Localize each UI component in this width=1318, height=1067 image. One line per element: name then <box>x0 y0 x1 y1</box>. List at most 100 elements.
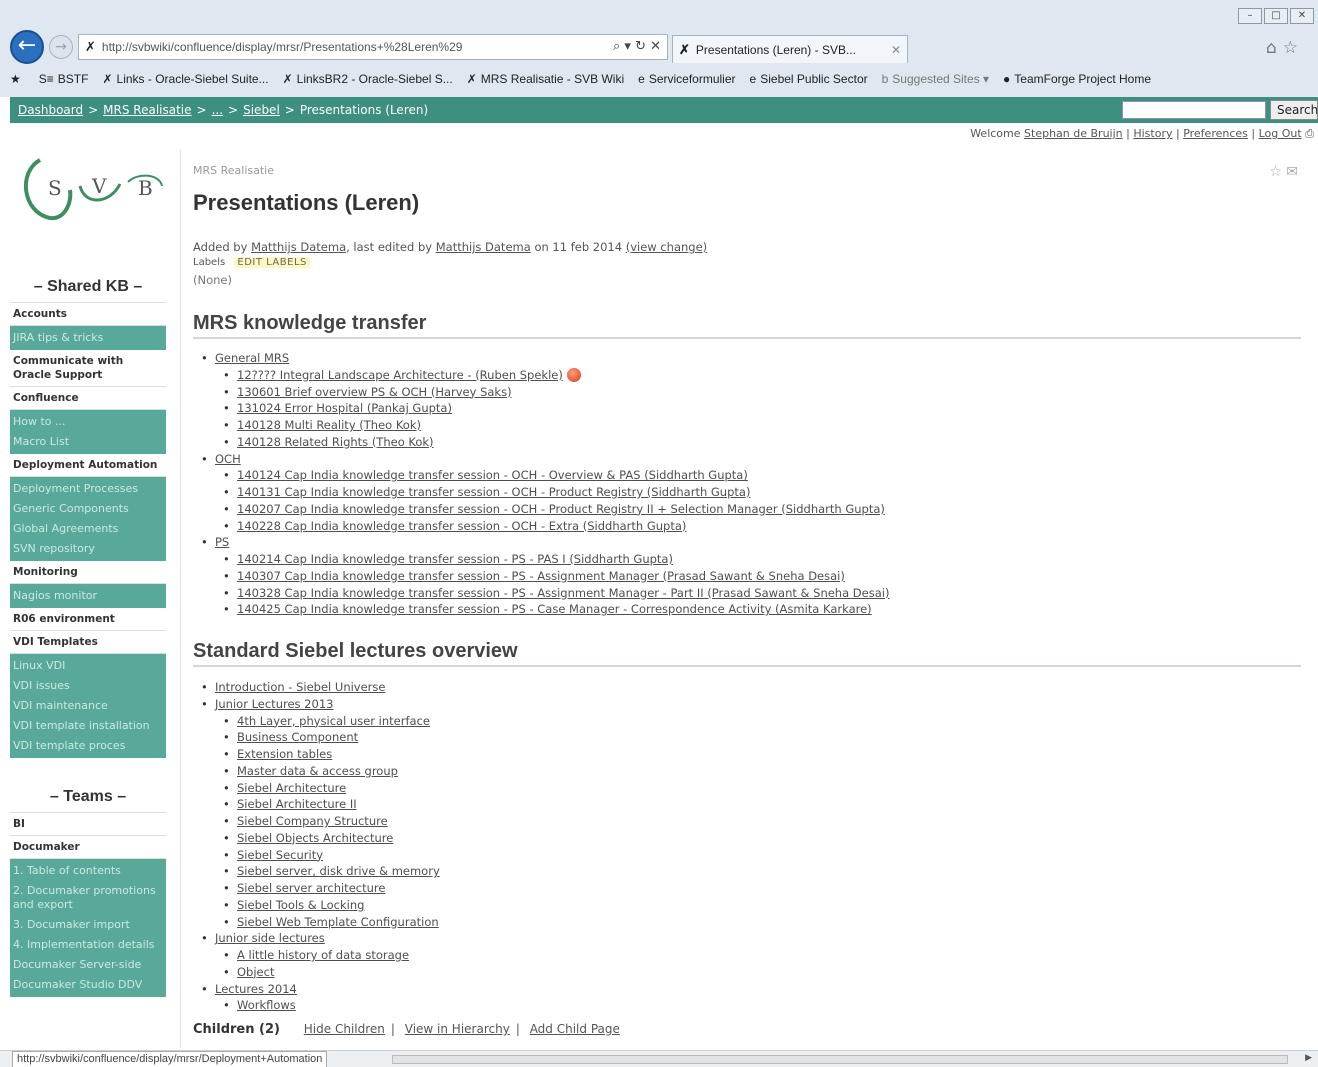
tree-item-link[interactable]: Siebel Security <box>237 848 323 862</box>
sidebar-category[interactable]: Deployment Automation <box>10 454 166 477</box>
tree-item-link[interactable]: 130601 Brief overview PS & OCH (Harvey S… <box>237 385 512 399</box>
favorite-item[interactable]: b Suggested Sites ▾ <box>882 72 989 86</box>
scroll-right-arrow-icon[interactable]: ▶ <box>1305 1053 1312 1063</box>
sidebar-link[interactable]: 4. Implementation details <box>10 935 166 955</box>
tree-item-link[interactable]: Siebel Architecture II <box>237 797 357 811</box>
tree-item-link[interactable]: Siebel Company Structure <box>237 814 388 828</box>
sidebar-category[interactable]: VDI Templates <box>10 631 166 654</box>
favourite-watch-icons[interactable]: ☆ ✉ <box>1269 164 1298 180</box>
sidebar-link[interactable]: JIRA tips & tricks <box>10 328 166 348</box>
user-link[interactable]: Stephan de Bruijn <box>1024 127 1123 140</box>
history-link[interactable]: History <box>1133 127 1172 140</box>
tree-item-link[interactable]: Siebel Web Template Configuration <box>237 915 439 929</box>
browser-tab[interactable]: ✗ Presentations (Leren) - SVB... ✕ <box>672 35 908 63</box>
tree-group-link[interactable]: Junior side lectures <box>215 931 325 945</box>
tree-item-link[interactable]: 140207 Cap India knowledge transfer sess… <box>237 502 885 516</box>
tree-item-link[interactable]: 140131 Cap India knowledge transfer sess… <box>237 485 750 499</box>
favorite-item[interactable]: ● TeamForge Project Home <box>1003 72 1151 86</box>
sidebar-link[interactable]: Global Agreements <box>10 519 166 539</box>
tree-item-link[interactable]: Siebel Objects Architecture <box>237 831 393 845</box>
address-tools-icon[interactable]: ⌕ ▾ ↻ ✕ <box>613 39 661 54</box>
tree-item-link[interactable]: Siebel server architecture <box>237 881 385 895</box>
sidebar-link[interactable]: VDI template installation <box>10 716 166 736</box>
favorite-item[interactable]: ✗ Links - Oracle-Siebel Suite... <box>102 72 268 86</box>
tree-item-link[interactable]: 140128 Multi Reality (Theo Kok) <box>237 418 421 432</box>
close-window-button[interactable]: ✕ <box>1290 8 1314 24</box>
tree-item-link[interactable]: 131024 Error Hospital (Pankaj Gupta) <box>237 401 452 415</box>
sidebar-link[interactable]: Deployment Processes <box>10 479 166 499</box>
sidebar-category[interactable]: BI <box>10 813 166 836</box>
tree-item-link[interactable]: Workflows <box>237 998 296 1012</box>
view-change-link[interactable]: (view change) <box>626 240 707 254</box>
sidebar-link[interactable]: Macro List <box>10 432 166 452</box>
preferences-link[interactable]: Preferences <box>1183 127 1248 140</box>
tree-item-link[interactable]: Siebel Tools & Locking <box>237 898 364 912</box>
back-button[interactable]: ← <box>10 30 44 64</box>
breadcrumb-ellipsis[interactable]: ... <box>212 103 223 117</box>
sidebar-link[interactable]: Linux VDI <box>10 656 166 676</box>
tree-item-link[interactable]: 140228 Cap India knowledge transfer sess… <box>237 519 686 533</box>
breadcrumb-dashboard[interactable]: Dashboard <box>18 103 83 117</box>
sidebar-link[interactable]: VDI template proces <box>10 736 166 756</box>
sidebar-link[interactable]: How to ... <box>10 412 166 432</box>
search-input[interactable] <box>1122 101 1266 119</box>
edit-labels-button[interactable]: EDIT LABELS <box>234 257 310 268</box>
home-favorites-icons[interactable]: ⌂☆ <box>1266 38 1304 58</box>
address-bar[interactable]: ✗ http://svbwiki/confluence/display/mrsr… <box>78 34 668 60</box>
sidebar-link[interactable]: 2. Documaker promotions and export <box>10 881 166 915</box>
address-url[interactable]: http://svbwiki/confluence/display/mrsr/P… <box>102 40 463 54</box>
favorite-item[interactable]: S≡ BSTF <box>39 72 89 86</box>
hide-children-link[interactable]: Hide Children <box>304 1022 385 1036</box>
tree-item-link[interactable]: Siebel Architecture <box>237 781 346 795</box>
tree-item-link[interactable]: 140328 Cap India knowledge transfer sess… <box>237 586 889 600</box>
favorites-star-icon[interactable]: ★ <box>10 72 21 86</box>
author-link[interactable]: Matthijs Datema <box>251 240 346 254</box>
favorite-item[interactable]: e Serviceformulier <box>638 72 735 86</box>
tree-group-link[interactable]: General MRS <box>215 351 289 365</box>
tab-close-icon[interactable]: ✕ <box>891 43 901 57</box>
tree-group-link[interactable]: PS <box>215 535 229 549</box>
tree-item-link[interactable]: 140128 Related Rights (Theo Kok) <box>237 435 434 449</box>
tree-item-link[interactable]: 12???? Integral Landscape Architecture -… <box>237 368 563 382</box>
tree-item-link[interactable]: 140214 Cap India knowledge transfer sess… <box>237 552 673 566</box>
sidebar-link[interactable]: SVN repository <box>10 539 166 559</box>
tree-group-link[interactable]: Junior Lectures 2013 <box>215 697 333 711</box>
restore-button[interactable]: □ <box>1264 8 1288 24</box>
tree-group-link[interactable]: OCH <box>215 452 241 466</box>
tree-group-link[interactable]: Lectures 2014 <box>215 982 297 996</box>
tree-item-link[interactable]: Extension tables <box>237 747 332 761</box>
view-hierarchy-link[interactable]: View in Hierarchy <box>405 1022 510 1036</box>
sidebar-link[interactable]: 3. Documaker import <box>10 915 166 935</box>
breadcrumb-mrs-realisatie[interactable]: MRS Realisatie <box>103 103 191 117</box>
sidebar-link[interactable]: VDI issues <box>10 676 166 696</box>
sidebar-link[interactable]: Documaker Studio DDV <box>10 975 166 995</box>
tree-item-link[interactable]: Siebel server, disk drive & memory <box>237 864 440 878</box>
sidebar-link[interactable]: Documaker Server-side <box>10 955 166 975</box>
sidebar-category[interactable]: Documaker <box>10 836 166 859</box>
tree-item-link[interactable]: 140425 Cap India knowledge transfer sess… <box>237 602 872 616</box>
search-button[interactable]: Search <box>1270 100 1318 120</box>
logout-link[interactable]: Log Out <box>1259 127 1302 140</box>
minimize-button[interactable]: – <box>1238 8 1262 24</box>
sidebar-link[interactable]: Nagios monitor <box>10 586 166 606</box>
sidebar-category[interactable]: R06 environment <box>10 608 166 631</box>
sidebar-category[interactable]: Communicate with Oracle Support <box>10 350 166 387</box>
favorite-item[interactable]: e Siebel Public Sector <box>750 72 868 86</box>
sidebar-link[interactable]: 1. Table of contents <box>10 861 166 881</box>
tree-item-link[interactable]: Master data & access group <box>237 764 398 778</box>
favorite-item[interactable]: ✗ MRS Realisatie - SVB Wiki <box>467 72 624 86</box>
tree-item-link[interactable]: A little history of data storage <box>237 948 409 962</box>
favorite-item[interactable]: ✗ LinksBR2 - Oracle-Siebel S... <box>283 72 453 86</box>
sidebar-link[interactable]: VDI maintenance <box>10 696 166 716</box>
forward-button[interactable]: → <box>49 35 73 59</box>
print-icon[interactable]: ⎙ <box>1305 127 1314 140</box>
tree-item-link[interactable]: 140307 Cap India knowledge transfer sess… <box>237 569 845 583</box>
editor-link[interactable]: Matthijs Datema <box>436 240 531 254</box>
tree-group-link[interactable]: Introduction - Siebel Universe <box>215 680 385 694</box>
tree-item-link[interactable]: 4th Layer, physical user interface <box>237 714 430 728</box>
tree-item-link[interactable]: 140124 Cap India knowledge transfer sess… <box>237 468 748 482</box>
horizontal-scrollbar[interactable] <box>392 1055 1288 1064</box>
add-child-page-link[interactable]: Add Child Page <box>530 1022 620 1036</box>
sidebar-link[interactable]: Generic Components <box>10 499 166 519</box>
sidebar-category[interactable]: Accounts <box>10 303 166 326</box>
